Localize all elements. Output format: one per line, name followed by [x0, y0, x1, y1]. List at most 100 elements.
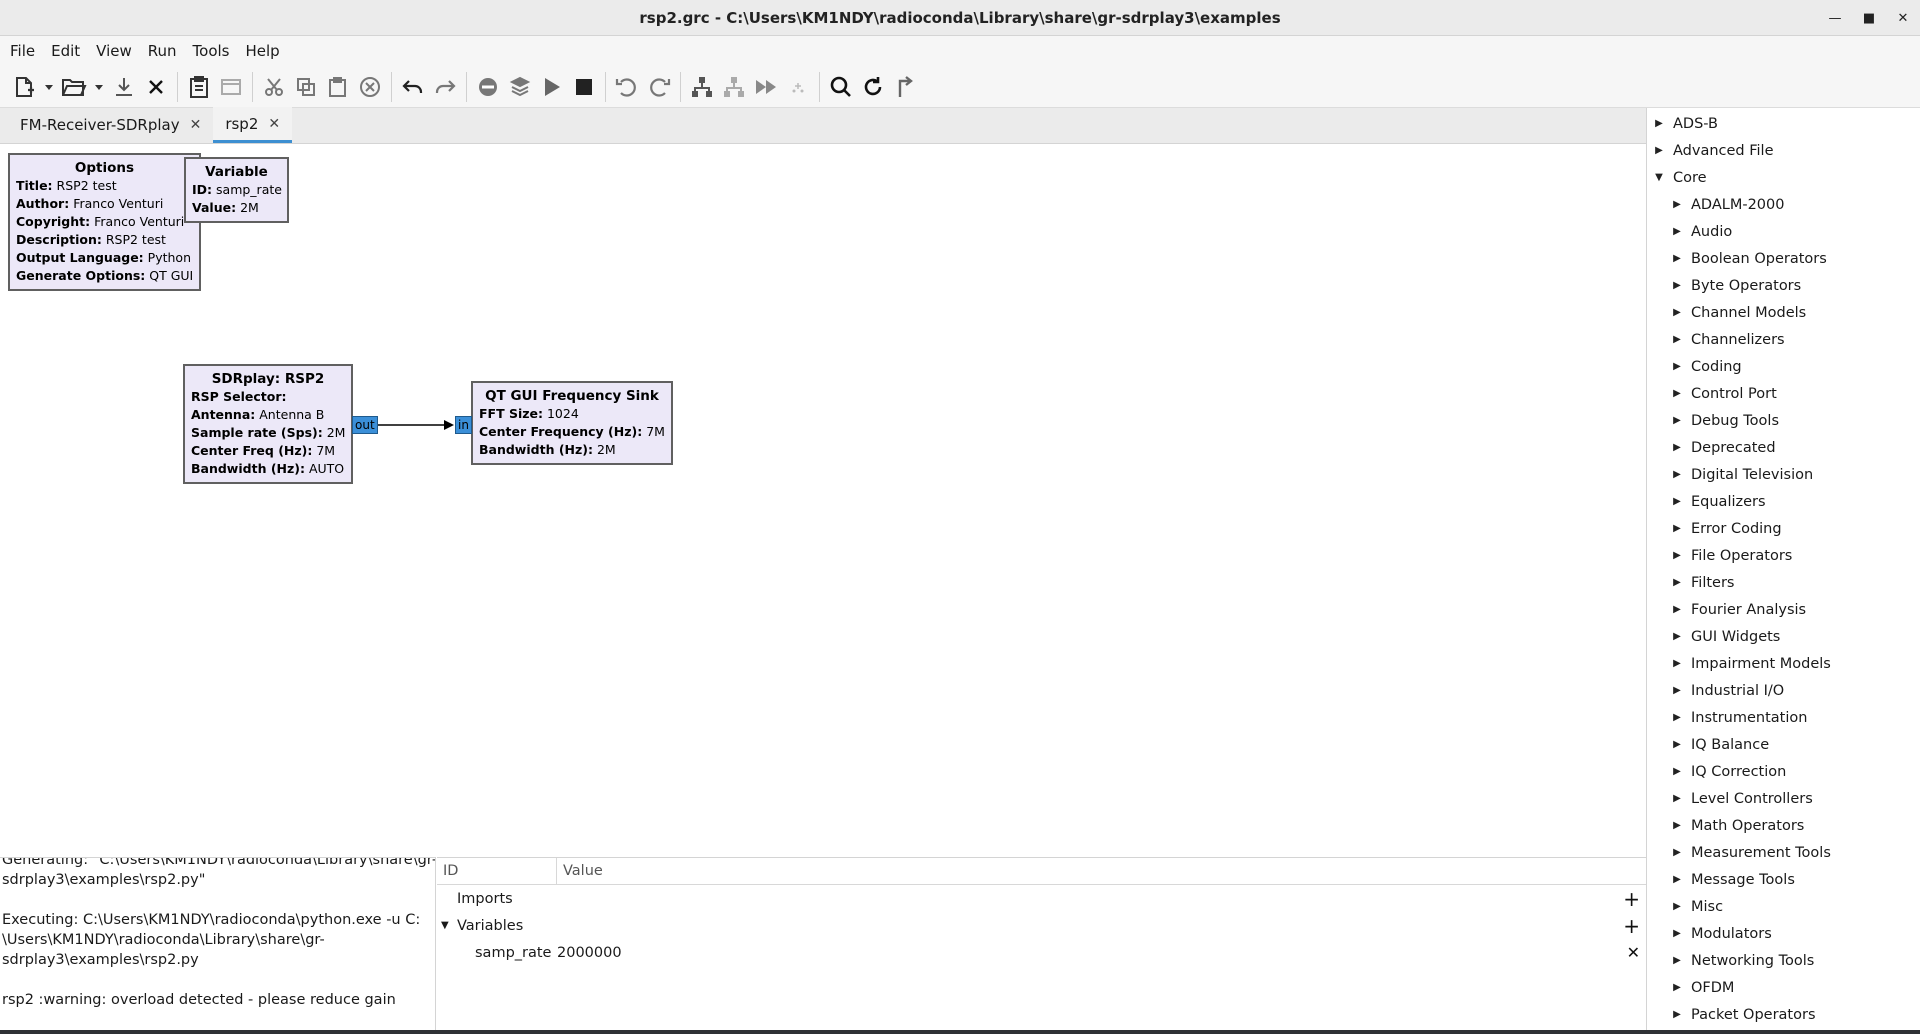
open-dropdown-icon[interactable] — [90, 70, 108, 104]
variable-entry-row[interactable]: samp_rate 2000000 ✕ — [437, 939, 1646, 966]
library-category-item[interactable]: ▶ Deprecated — [1647, 434, 1920, 461]
library-category-item[interactable]: ▶ Math Operators — [1647, 812, 1920, 839]
open-folder-icon[interactable] — [58, 70, 90, 104]
cut-icon[interactable] — [258, 70, 290, 104]
run-icon[interactable] — [536, 70, 568, 104]
library-category-item[interactable]: ▶ Debug Tools — [1647, 407, 1920, 434]
library-category-item[interactable]: ▶ Instrumentation — [1647, 704, 1920, 731]
library-category-item[interactable]: ▶ OFDM — [1647, 974, 1920, 1001]
library-category-item[interactable]: ▶ Measurement Tools — [1647, 839, 1920, 866]
expander-right-icon[interactable]: ▶ — [1669, 334, 1685, 345]
library-category-item[interactable]: ▶ Networking Tools — [1647, 947, 1920, 974]
maximize-icon[interactable]: ■ — [1852, 0, 1886, 36]
library-category-item[interactable]: ▼ Core — [1647, 164, 1920, 191]
expander-right-icon[interactable]: ▶ — [1669, 496, 1685, 507]
out-port[interactable]: out — [352, 416, 378, 434]
library-category-item[interactable]: ▶ Channelizers — [1647, 326, 1920, 353]
delete-icon[interactable] — [354, 70, 386, 104]
stop-icon[interactable] — [568, 70, 600, 104]
expander-right-icon[interactable]: ▶ — [1669, 874, 1685, 885]
new-dropdown-icon[interactable] — [40, 70, 58, 104]
undo-icon[interactable] — [397, 70, 429, 104]
menu-edit[interactable]: Edit — [43, 42, 88, 60]
expander-right-icon[interactable]: ▶ — [1669, 604, 1685, 615]
close-file-icon[interactable] — [140, 70, 172, 104]
expander-right-icon[interactable]: ▶ — [1669, 793, 1685, 804]
library-category-item[interactable]: ▶ GUI Widgets — [1647, 623, 1920, 650]
expander-right-icon[interactable]: ▶ — [1669, 928, 1685, 939]
add-variable-icon[interactable]: + — [1623, 914, 1640, 938]
expander-right-icon[interactable]: ▶ — [1669, 820, 1685, 831]
library-category-item[interactable]: ▶ Coding — [1647, 353, 1920, 380]
tab-fm-receiver[interactable]: FM-Receiver-SDRplay ✕ — [8, 107, 213, 143]
expander-right-icon[interactable]: ▶ — [1669, 631, 1685, 642]
imports-row[interactable]: Imports + — [437, 885, 1646, 912]
minimize-icon[interactable]: — — [1818, 0, 1852, 36]
expander-right-icon[interactable]: ▶ — [1669, 658, 1685, 669]
library-category-item[interactable]: ▶ Misc — [1647, 893, 1920, 920]
expander-right-icon[interactable]: ▶ — [1669, 523, 1685, 534]
expander-right-icon[interactable]: ▶ — [1669, 361, 1685, 372]
column-header-id[interactable]: ID — [437, 857, 557, 885]
flowgraph-canvas[interactable]: Options Title: RSP2 test Author: Franco … — [0, 145, 1646, 857]
expander-right-icon[interactable]: ▶ — [1669, 388, 1685, 399]
expander-right-icon[interactable]: ▶ — [1669, 415, 1685, 426]
save-icon[interactable] — [108, 70, 140, 104]
expander-right-icon[interactable]: ▶ — [1669, 469, 1685, 480]
menu-run[interactable]: Run — [140, 42, 185, 60]
hierarchy-disabled-icon[interactable] — [718, 70, 750, 104]
library-category-item[interactable]: ▶ Impairment Models — [1647, 650, 1920, 677]
library-category-item[interactable]: ▶ Filters — [1647, 569, 1920, 596]
new-file-icon[interactable] — [8, 70, 40, 104]
expander-right-icon[interactable]: ▶ — [1669, 199, 1685, 210]
column-header-value[interactable]: Value — [557, 863, 603, 879]
library-category-item[interactable]: ▶ Boolean Operators — [1647, 245, 1920, 272]
clipboard-icon[interactable] — [183, 70, 215, 104]
expander-right-icon[interactable]: ▶ — [1651, 145, 1667, 156]
search-icon[interactable] — [825, 70, 857, 104]
expander-right-icon[interactable]: ▶ — [1669, 253, 1685, 264]
paste-icon[interactable] — [322, 70, 354, 104]
library-category-item[interactable]: ▶ Audio — [1647, 218, 1920, 245]
options-block[interactable]: Options Title: RSP2 test Author: Franco … — [8, 153, 201, 291]
library-category-item[interactable]: ▶ Packet Operators — [1647, 1001, 1920, 1028]
close-icon[interactable]: ✕ — [1886, 0, 1920, 36]
menu-help[interactable]: Help — [238, 42, 288, 60]
expander-right-icon[interactable]: ▶ — [1669, 766, 1685, 777]
library-category-item[interactable]: ▶ Error Coding — [1647, 515, 1920, 542]
rotate-ccw-icon[interactable] — [611, 70, 643, 104]
expander-right-icon[interactable]: ▶ — [1669, 685, 1685, 696]
rotate-cw-icon[interactable] — [643, 70, 675, 104]
library-category-item[interactable]: ▶ Industrial I/O — [1647, 677, 1920, 704]
library-category-item[interactable]: ▶ Channel Models — [1647, 299, 1920, 326]
tab-rsp2[interactable]: rsp2 ✕ — [213, 107, 293, 143]
expander-right-icon[interactable]: ▶ — [1669, 1009, 1685, 1020]
library-category-item[interactable]: ▶ Byte Operators — [1647, 272, 1920, 299]
library-category-item[interactable]: ▶ IQ Correction — [1647, 758, 1920, 785]
expander-right-icon[interactable]: ▶ — [1669, 226, 1685, 237]
fast-forward-icon[interactable] — [750, 70, 782, 104]
expander-down-icon[interactable]: ▼ — [441, 920, 457, 931]
reload-icon[interactable] — [857, 70, 889, 104]
expander-right-icon[interactable]: ▶ — [1651, 118, 1667, 129]
sdrplay-rsp2-block[interactable]: SDRplay: RSP2 RSP Selector: Antenna: Ant… — [183, 364, 353, 484]
expander-right-icon[interactable]: ▶ — [1669, 550, 1685, 561]
expander-down-icon[interactable]: ▼ — [1651, 172, 1667, 183]
library-category-item[interactable]: ▶ Equalizers — [1647, 488, 1920, 515]
library-category-item[interactable]: ▶ Message Tools — [1647, 866, 1920, 893]
tab-close-icon[interactable]: ✕ — [268, 116, 280, 132]
library-category-item[interactable]: ▶ Advanced File — [1647, 137, 1920, 164]
copy-icon[interactable] — [290, 70, 322, 104]
variables-row[interactable]: ▼ Variables + — [437, 912, 1646, 939]
menu-file[interactable]: File — [2, 42, 43, 60]
errors-icon[interactable] — [889, 70, 921, 104]
library-category-item[interactable]: ▶ Digital Television — [1647, 461, 1920, 488]
screenshot-icon[interactable] — [215, 70, 247, 104]
library-category-item[interactable]: ▶ Level Controllers — [1647, 785, 1920, 812]
tab-close-icon[interactable]: ✕ — [190, 117, 202, 133]
expand-icon[interactable] — [782, 70, 814, 104]
redo-icon[interactable] — [429, 70, 461, 104]
block-library-panel[interactable]: ▶ ADS-B ▶ Advanced File ▼ Core ▶ ADALM-2000 ▶ Aud… — [1646, 108, 1920, 1034]
library-category-item[interactable]: ▶ Control Port — [1647, 380, 1920, 407]
in-port[interactable]: in — [455, 416, 472, 434]
